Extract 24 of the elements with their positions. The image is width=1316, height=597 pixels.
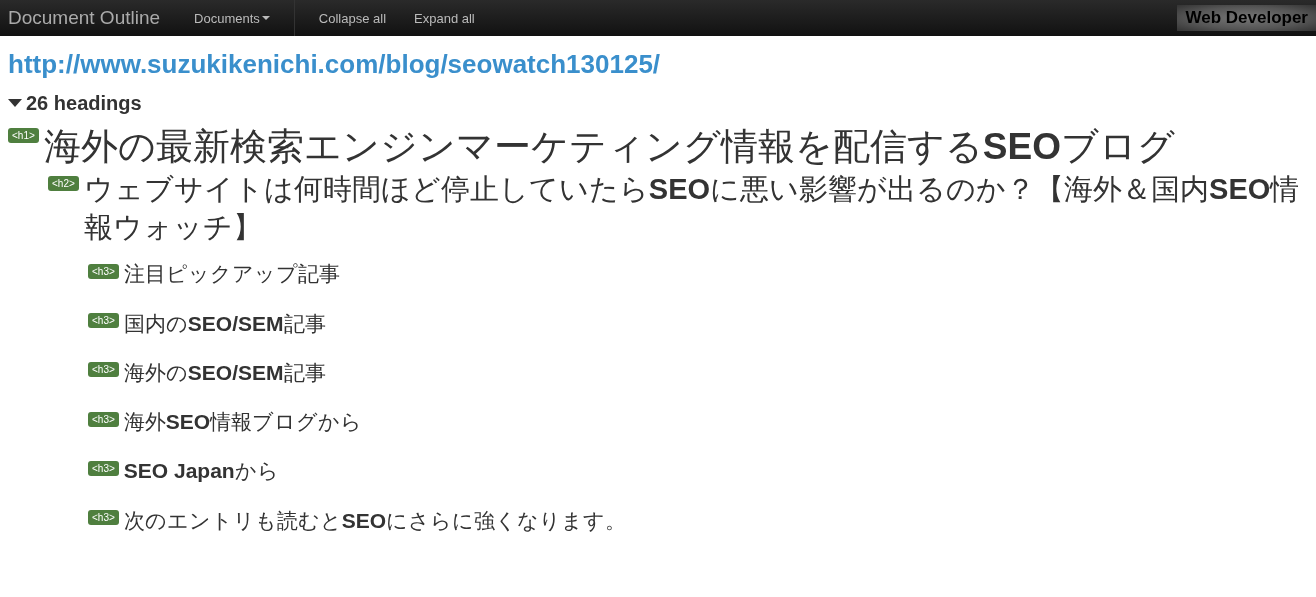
heading-text: 海外の最新検索エンジンマーケティング情報を配信するSEOブログ	[43, 124, 1175, 169]
heading-text: 海外SEO情報ブログから	[123, 409, 363, 436]
heading-text: 注目ピックアップ記事	[123, 261, 340, 288]
heading-text: 海外のSEO/SEM記事	[123, 359, 326, 386]
heading-tag-badge: <h1>	[8, 127, 39, 143]
heading-tag-badge: <h3>	[88, 263, 119, 279]
heading-tag-badge: <h3>	[88, 362, 119, 378]
heading-tag-badge: <h3>	[88, 411, 119, 427]
collapse-all-button[interactable]: Collapse all	[306, 0, 399, 36]
app-title: Document Outline	[7, 7, 162, 29]
heading-tag-badge: <h3>	[88, 510, 119, 526]
caret-icon	[261, 16, 270, 20]
heading-tag-badge: <h3>	[88, 460, 119, 476]
documents-menu[interactable]: Documents	[182, 0, 294, 36]
heading-text: 次のエントリも読むとSEOにさらに強くなります。	[123, 507, 627, 534]
headings-toggle[interactable]: 26 headings	[8, 91, 1308, 115]
heading-tag-badge: <h2>	[48, 175, 79, 191]
page-url-link[interactable]: http://www.suzukikenichi.com/blog/seowatch130125/	[8, 48, 661, 82]
heading-text: SEO Japanから	[123, 458, 279, 485]
heading-tag-badge: <h3>	[88, 313, 119, 329]
heading-text: 国内のSEO/SEM記事	[123, 310, 326, 337]
expand-all-button[interactable]: Expand all	[402, 0, 487, 36]
heading-text: ウェブサイトは何時間ほど停止していたらSEOに悪い影響が出るのか？【海外＆国内SEO情報ウォッチ】	[83, 171, 1301, 245]
toolbar-title: Web Developer	[1177, 5, 1316, 31]
